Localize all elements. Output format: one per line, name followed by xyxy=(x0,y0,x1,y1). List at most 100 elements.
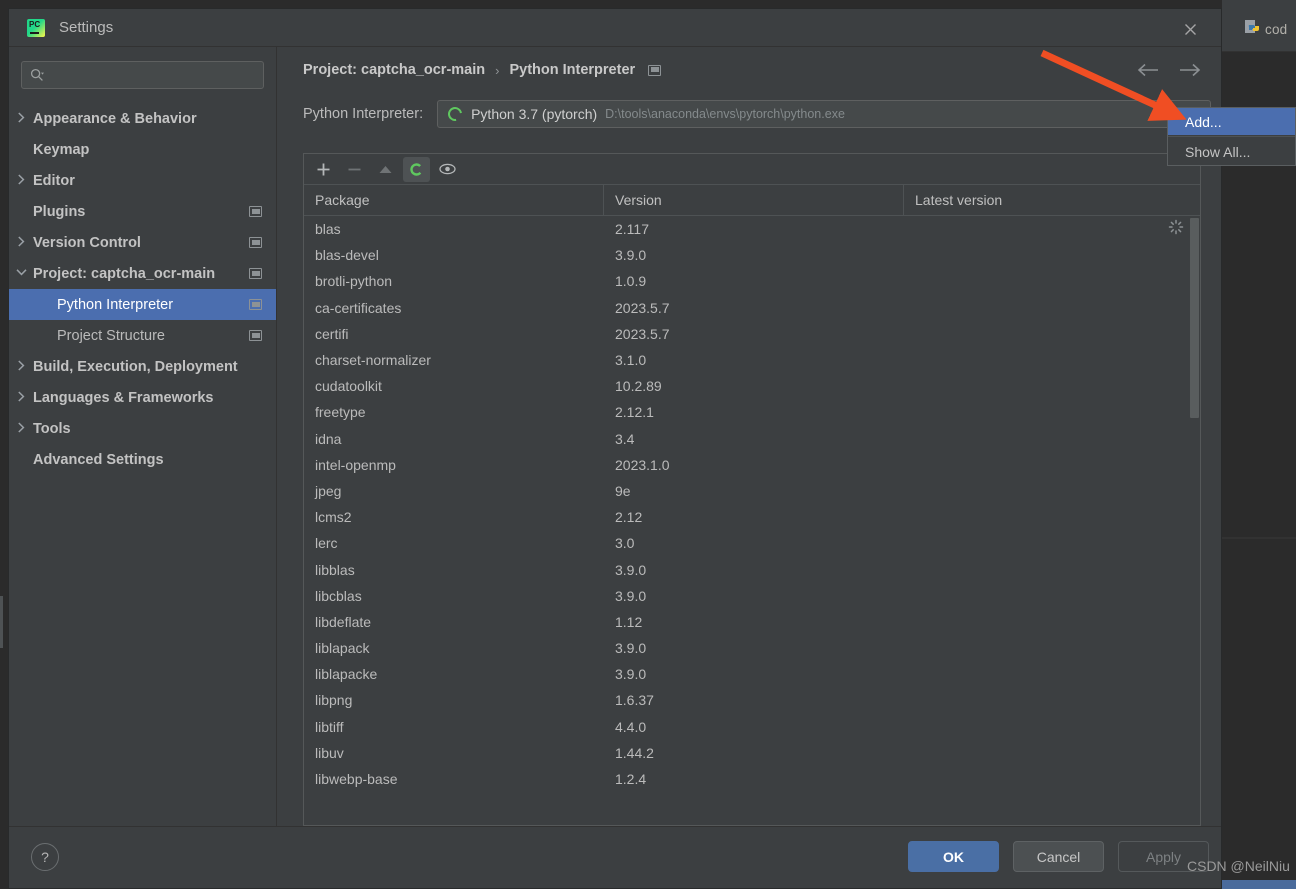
search-input[interactable] xyxy=(49,67,255,83)
tree-toggle[interactable] xyxy=(15,268,27,279)
add-package-button[interactable] xyxy=(310,157,337,182)
table-row[interactable]: cudatoolkit 10.2.89 xyxy=(304,373,1200,399)
tree-toggle[interactable] xyxy=(17,421,25,436)
help-button[interactable]: ? xyxy=(31,843,59,871)
sidebar-item-build-execution-deployment[interactable]: Build, Execution, Deployment xyxy=(9,351,276,382)
search-box[interactable] xyxy=(21,61,264,89)
column-header-version[interactable]: Version xyxy=(604,185,904,215)
table-row[interactable]: blas 2.117 xyxy=(304,216,1200,242)
upgrade-package-button xyxy=(372,157,399,182)
interpreter-path: D:\tools\anaconda\envs\pytorch\python.ex… xyxy=(605,107,845,121)
breadcrumb: Project: captcha_ocr-main › Python Inter… xyxy=(277,47,1221,93)
menu-item-add[interactable]: Add... xyxy=(1168,108,1295,135)
sidebar-item-languages-frameworks[interactable]: Languages & Frameworks xyxy=(9,382,276,413)
dialog-buttons: OK Cancel Apply xyxy=(908,841,1209,872)
tree-toggle[interactable] xyxy=(17,111,25,126)
table-row[interactable]: brotli-python 1.0.9 xyxy=(304,268,1200,294)
version-cell: 1.0.9 xyxy=(615,273,647,290)
close-icon[interactable] xyxy=(1173,18,1207,40)
sidebar-item-plugins[interactable]: Plugins xyxy=(9,196,276,227)
table-row[interactable]: libdeflate 1.12 xyxy=(304,609,1200,635)
table-row[interactable]: idna 3.4 xyxy=(304,426,1200,452)
package-name-cell: charset-normalizer xyxy=(315,352,431,369)
sidebar-item-version-control[interactable]: Version Control xyxy=(9,227,276,258)
sidebar-item-tools[interactable]: Tools xyxy=(9,413,276,444)
package-name-cell: idna xyxy=(315,430,342,447)
package-name-cell: intel-openmp xyxy=(315,456,396,473)
table-row[interactable]: libblas 3.9.0 xyxy=(304,556,1200,582)
breadcrumb-project[interactable]: Project: captcha_ocr-main xyxy=(303,62,485,78)
chevron-right-icon xyxy=(9,235,33,250)
package-name-cell: libtiff xyxy=(315,718,344,735)
arrow-right-icon[interactable] xyxy=(1177,57,1203,83)
tree-toggle[interactable] xyxy=(17,173,25,188)
version-cell: 3.9.0 xyxy=(615,561,647,578)
column-header-package[interactable]: Package xyxy=(304,185,604,215)
table-row[interactable]: lcms2 2.12 xyxy=(304,504,1200,530)
sidebar-item-project-structure[interactable]: Project Structure xyxy=(9,320,276,351)
version-cell: 2023.1.0 xyxy=(615,456,670,473)
settings-dialog: Settings xyxy=(8,8,1222,889)
sidebar-item-python-interpreter[interactable]: Python Interpreter xyxy=(9,289,276,320)
tree-toggle[interactable] xyxy=(17,235,25,250)
sidebar-item-keymap[interactable]: Keymap xyxy=(9,134,276,165)
arrow-left-icon[interactable] xyxy=(1135,57,1161,83)
screen: cod Settings xyxy=(0,0,1296,889)
table-row[interactable]: charset-normalizer 3.1.0 xyxy=(304,347,1200,373)
sidebar-item-editor[interactable]: Editor xyxy=(9,165,276,196)
table-row[interactable]: intel-openmp 2023.1.0 xyxy=(304,452,1200,478)
sidebar-item-label: Appearance & Behavior xyxy=(33,110,197,127)
tree-toggle[interactable] xyxy=(17,390,25,405)
refresh-button[interactable] xyxy=(403,156,430,182)
table-row[interactable]: libpng 1.6.37 xyxy=(304,687,1200,713)
packages-table-header: Package Version Latest version xyxy=(304,185,1200,216)
python-file-icon xyxy=(1244,19,1260,40)
ide-top-strip xyxy=(1222,0,1296,8)
ide-editor-tabbar: cod xyxy=(1222,8,1296,52)
table-row[interactable]: certifi 2023.5.7 xyxy=(304,321,1200,347)
table-row[interactable]: jpeg 9e xyxy=(304,478,1200,504)
editor-tab[interactable]: cod xyxy=(1222,19,1287,40)
dialog-body: Appearance & Behavior Keymap Editor Plugins… xyxy=(9,47,1221,826)
sidebar-item-label: Keymap xyxy=(33,141,90,158)
table-row[interactable]: libuv 1.44.2 xyxy=(304,740,1200,766)
package-name-cell: blas-devel xyxy=(315,247,379,264)
chevron-right-icon xyxy=(9,111,33,126)
version-cell: 3.9.0 xyxy=(615,666,647,683)
sidebar-item-advanced-settings[interactable]: Advanced Settings xyxy=(9,444,276,475)
sidebar-item-label: Tools xyxy=(33,420,71,437)
packages-table-body: blas 2.117 blas-devel 3.9.0 brotli-python 1.0… xyxy=(304,216,1200,825)
sidebar-item-appearance-behavior[interactable]: Appearance & Behavior xyxy=(9,103,276,134)
version-cell: 1.44.2 xyxy=(615,744,654,761)
version-cell: 2.12 xyxy=(615,509,643,526)
settings-sync-badge-icon xyxy=(249,206,262,217)
packages-toolbar xyxy=(304,154,1200,185)
navigation-arrows xyxy=(1135,57,1203,83)
table-row[interactable]: freetype 2.12.1 xyxy=(304,399,1200,425)
table-row[interactable]: libcblas 3.9.0 xyxy=(304,583,1200,609)
cancel-button[interactable]: Cancel xyxy=(1013,841,1104,872)
breadcrumb-separator: › xyxy=(495,62,500,78)
table-row[interactable]: blas-devel 3.9.0 xyxy=(304,242,1200,268)
package-name-cell: blas xyxy=(315,221,341,238)
menu-item-show-all[interactable]: Show All... xyxy=(1168,138,1295,165)
ok-button[interactable]: OK xyxy=(908,841,999,872)
table-row[interactable]: libtiff 4.4.0 xyxy=(304,714,1200,740)
chevron-right-icon xyxy=(9,359,33,374)
packages-scrollbar-thumb[interactable] xyxy=(1190,218,1199,418)
version-cell: 10.2.89 xyxy=(615,378,662,395)
table-row[interactable]: libwebp-base 1.2.4 xyxy=(304,766,1200,792)
tree-toggle[interactable] xyxy=(17,359,25,374)
sidebar-item-project-captcha-ocr-main[interactable]: Project: captcha_ocr-main xyxy=(9,258,276,289)
table-row[interactable]: liblapacke 3.9.0 xyxy=(304,661,1200,687)
table-row[interactable]: lerc 3.0 xyxy=(304,530,1200,556)
sidebar-item-label: Plugins xyxy=(33,203,86,220)
package-name-cell: libcblas xyxy=(315,587,362,604)
column-header-latest-version[interactable]: Latest version xyxy=(904,185,1200,215)
interpreter-combobox[interactable]: Python 3.7 (pytorch) D:\tools\anaconda\e… xyxy=(437,100,1211,128)
dialog-footer: ? OK Cancel Apply xyxy=(9,826,1221,888)
show-early-releases-button[interactable] xyxy=(434,157,461,182)
table-row[interactable]: ca-certificates 2023.5.7 xyxy=(304,295,1200,321)
table-row[interactable]: liblapack 3.9.0 xyxy=(304,635,1200,661)
packages-scrollbar-track[interactable] xyxy=(1189,216,1200,825)
